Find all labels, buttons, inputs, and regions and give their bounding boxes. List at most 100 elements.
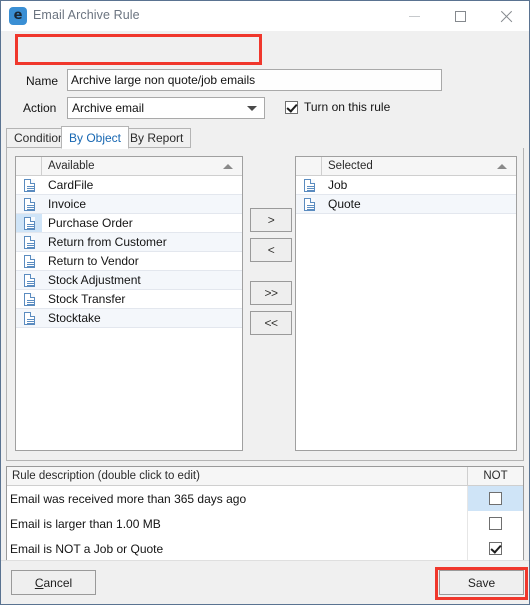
maximize-icon — [454, 10, 466, 22]
app-icon: e — [9, 7, 27, 25]
cancel-rest: ancel — [43, 575, 73, 590]
tab-by-report[interactable]: By Report — [122, 128, 192, 148]
list-item-icon-cell — [16, 176, 42, 194]
email-archive-rule-window: e Email Archive Rule Name Action Archive… — [0, 0, 530, 605]
not-cell[interactable] — [468, 536, 523, 561]
not-cell[interactable] — [468, 486, 523, 511]
list-item[interactable]: Return to Vendor — [16, 252, 242, 271]
document-icon — [23, 292, 35, 306]
action-select[interactable]: Archive email — [67, 97, 265, 119]
list-item-icon-cell — [16, 290, 42, 308]
available-listbox[interactable]: Available CardFile Invoice Purchase Order R… — [15, 156, 243, 451]
turn-on-rule-label: Turn on this rule — [304, 100, 391, 114]
save-button[interactable]: Save — [439, 570, 524, 595]
list-item-icon-cell — [16, 252, 42, 270]
title-bar: e Email Archive Rule — [1, 1, 529, 31]
selected-listbox[interactable]: Selected Job Quote — [295, 156, 517, 451]
list-item-icon-cell — [296, 195, 322, 213]
list-item[interactable]: CardFile — [16, 176, 242, 195]
tab-by-object[interactable]: By Object — [61, 126, 130, 149]
table-row[interactable]: Email was received more than 365 days ag… — [7, 486, 523, 511]
turn-on-rule-checkbox[interactable]: Turn on this rule — [285, 100, 390, 114]
tab-strip: Conditions By Object By Report — [6, 126, 524, 149]
selected-rows: Job Quote — [296, 176, 516, 214]
minimize-button[interactable] — [391, 1, 437, 31]
list-item-label: Invoice — [48, 197, 87, 211]
list-item[interactable]: Stock Adjustment — [16, 271, 242, 290]
list-item-label: Job — [328, 178, 348, 192]
document-icon — [303, 178, 315, 192]
close-icon — [500, 10, 513, 23]
rule-description-text: Email is NOT a Job or Quote — [7, 536, 468, 561]
not-checkbox-icon[interactable] — [489, 542, 502, 555]
document-icon — [23, 254, 35, 268]
document-icon — [23, 197, 35, 211]
list-item[interactable]: Quote — [296, 195, 516, 214]
document-icon — [23, 216, 35, 230]
list-item-icon-cell — [16, 214, 42, 232]
table-row[interactable]: Email is NOT a Job or Quote — [7, 536, 523, 561]
dialog-footer: Cancel Save — [1, 560, 529, 604]
list-item-icon-cell — [16, 233, 42, 251]
name-label: Name — [26, 74, 59, 88]
list-item-label: Purchase Order — [48, 216, 133, 230]
rule-description-header: Rule description (double click to edit) … — [7, 467, 523, 486]
list-item[interactable]: Stocktake — [16, 309, 242, 328]
list-item-icon-cell — [296, 176, 322, 194]
cancel-accel: C — [34, 575, 44, 590]
available-header-row: Available — [16, 157, 242, 176]
rule-description-header-label: Rule description (double click to edit) — [7, 467, 468, 485]
document-icon — [303, 197, 315, 211]
close-button[interactable] — [483, 1, 529, 31]
list-item-icon-cell — [16, 195, 42, 213]
tab-panel-by-object: Available CardFile Invoice Purchase Order R… — [6, 148, 524, 461]
document-icon — [23, 235, 35, 249]
list-item[interactable]: Invoice — [16, 195, 242, 214]
move-all-right-button[interactable]: >> — [250, 281, 292, 305]
dialog-body: Name Action Archive email Turn on this r… — [1, 31, 529, 583]
list-item-label: Stock Adjustment — [48, 273, 141, 287]
move-right-button[interactable]: > — [250, 208, 292, 232]
checkbox-icon — [285, 100, 298, 114]
chevron-down-icon — [247, 106, 257, 111]
rule-description-text: Email was received more than 365 days ag… — [7, 486, 468, 511]
selected-header-label[interactable]: Selected — [322, 157, 516, 175]
not-checkbox-icon[interactable] — [489, 492, 502, 505]
list-item-label: Quote — [328, 197, 361, 211]
document-icon — [23, 178, 35, 192]
list-item-label: Return to Vendor — [48, 254, 139, 268]
selected-header-icon-col — [296, 157, 322, 175]
not-column-header: NOT — [483, 470, 508, 482]
not-cell[interactable] — [468, 511, 523, 536]
list-item-label: CardFile — [48, 178, 94, 192]
action-select-value: Archive email — [72, 101, 145, 115]
list-item[interactable]: Purchase Order — [16, 214, 242, 233]
list-item-label: Stock Transfer — [48, 292, 126, 306]
document-icon — [23, 273, 35, 287]
available-header-label[interactable]: Available — [42, 157, 242, 175]
table-row[interactable]: Email is larger than 1.00 MB — [7, 511, 523, 536]
list-item-label: Stocktake — [48, 311, 101, 325]
maximize-button[interactable] — [437, 1, 483, 31]
rule-name-input[interactable] — [67, 69, 442, 91]
list-item-label: Return from Customer — [48, 235, 167, 249]
action-label: Action — [23, 101, 57, 115]
available-header-text: Available — [48, 160, 95, 172]
available-rows: CardFile Invoice Purchase Order Return from… — [16, 176, 242, 328]
list-item-icon-cell — [16, 271, 42, 289]
list-item[interactable]: Job — [296, 176, 516, 195]
rule-description-rows: Email was received more than 365 days ag… — [7, 486, 523, 561]
not-checkbox-icon[interactable] — [489, 517, 502, 530]
move-all-left-button[interactable]: << — [250, 311, 292, 335]
document-icon — [23, 311, 35, 325]
sort-ascending-icon — [497, 164, 507, 169]
list-item[interactable]: Return from Customer — [16, 233, 242, 252]
rule-description-text: Email is larger than 1.00 MB — [7, 511, 468, 536]
minimize-icon — [408, 15, 420, 17]
available-header-icon-col — [16, 157, 42, 175]
move-left-button[interactable]: < — [250, 238, 292, 262]
cancel-button[interactable]: Cancel — [11, 570, 96, 595]
selected-header-row: Selected — [296, 157, 516, 176]
list-item[interactable]: Stock Transfer — [16, 290, 242, 309]
window-title: Email Archive Rule — [33, 8, 140, 22]
